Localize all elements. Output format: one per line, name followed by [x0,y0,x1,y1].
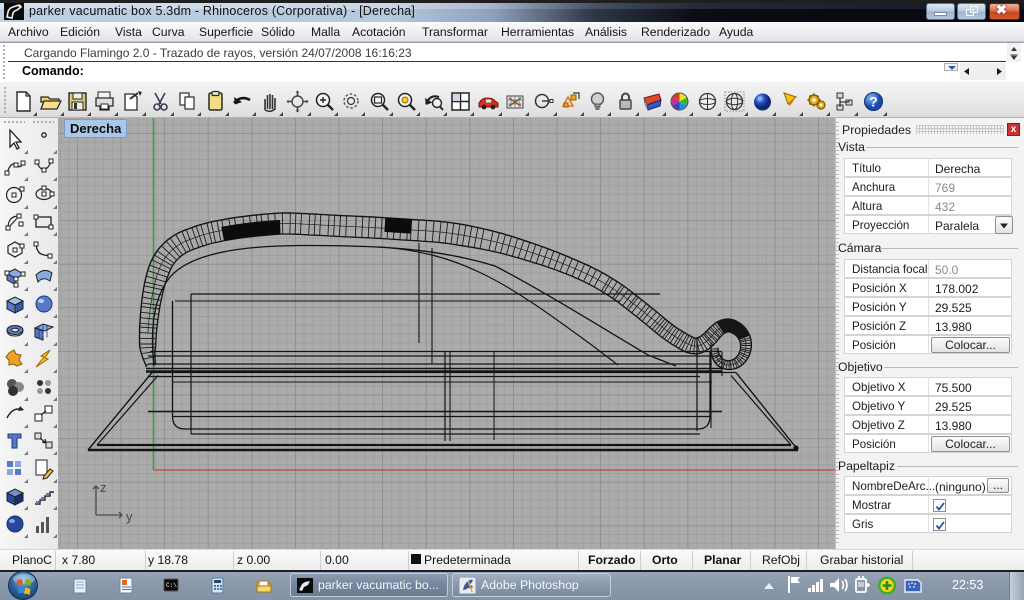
svg-text:z: z [100,480,107,495]
svg-text:y: y [126,509,133,524]
svg-text:?: ? [869,94,878,110]
svg-text:C:\: C:\ [166,582,177,589]
